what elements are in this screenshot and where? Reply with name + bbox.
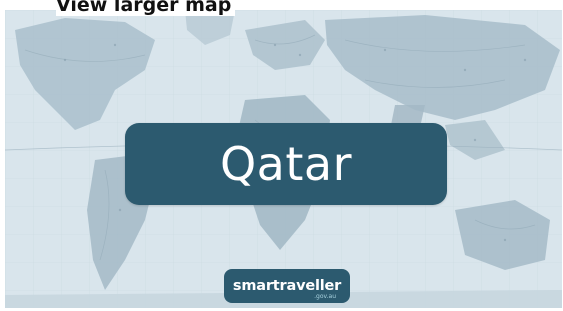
brand-name: smartraveller: [232, 278, 342, 294]
brand-domain: .gov.au: [314, 293, 336, 300]
page: View larger map Qatar smartraveller .gov…: [0, 0, 563, 311]
smartraveller-logo: smartraveller .gov.au: [224, 269, 350, 303]
country-title: Qatar: [219, 137, 353, 191]
destination-map-card[interactable]: Qatar smartraveller .gov.au: [5, 10, 562, 308]
country-banner: Qatar: [125, 123, 447, 205]
view-larger-map-link[interactable]: View larger map: [56, 0, 236, 16]
